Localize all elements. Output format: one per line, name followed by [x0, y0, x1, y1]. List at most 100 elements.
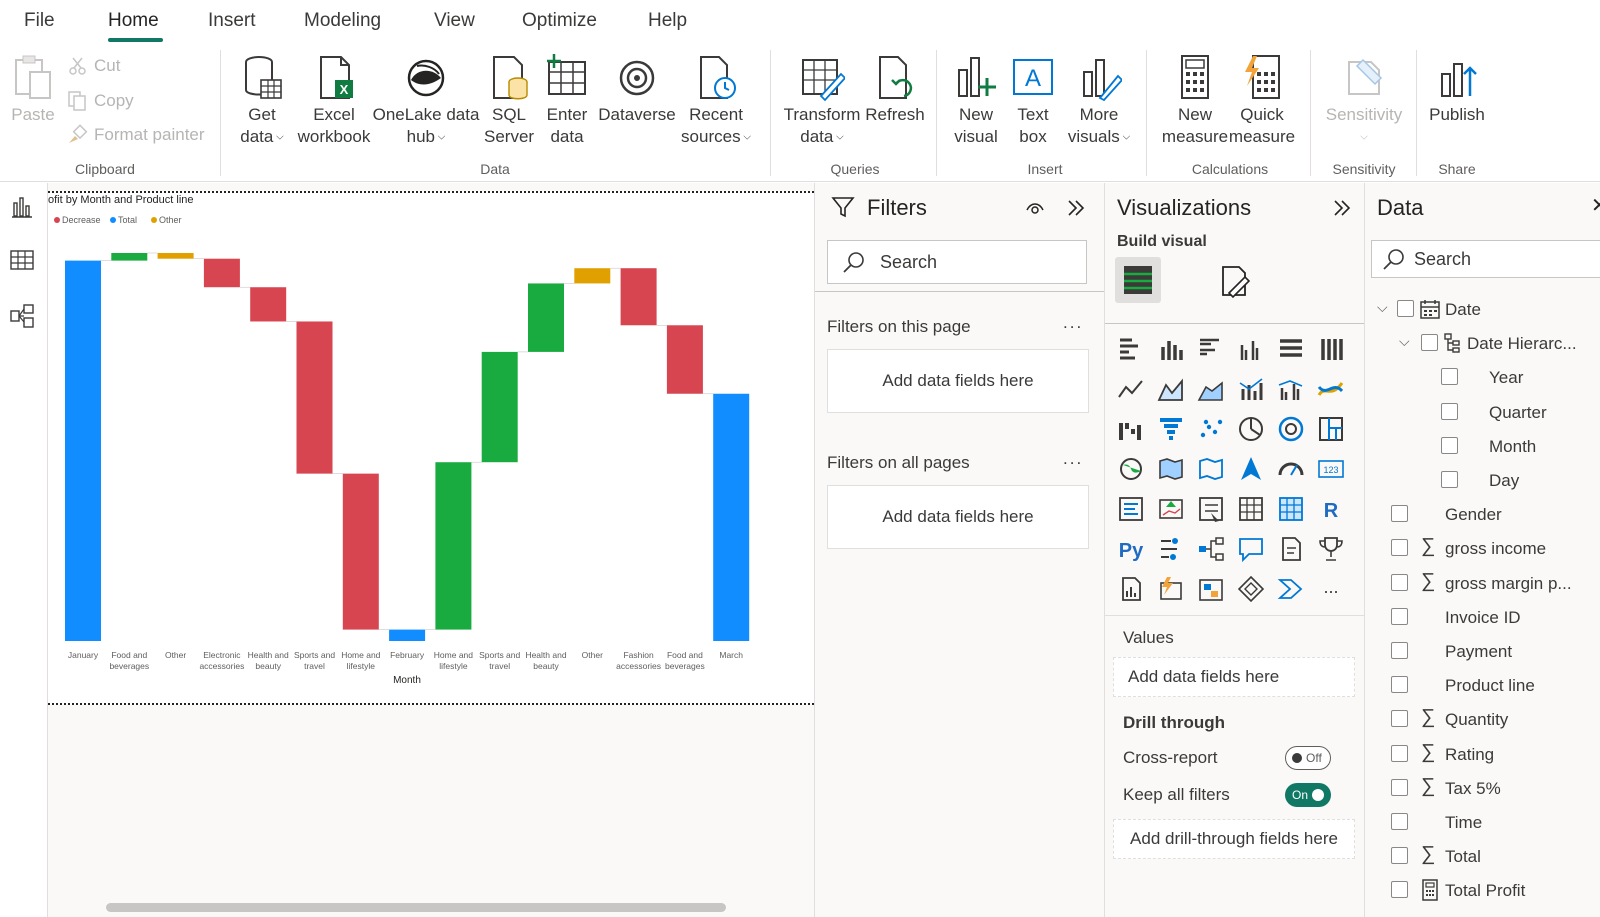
waterfall-chart-icon[interactable] — [1117, 415, 1145, 443]
waterfall-bar[interactable] — [666, 325, 703, 394]
power-apps-icon[interactable] — [1157, 575, 1185, 603]
waterfall-bar[interactable] — [296, 321, 333, 474]
format-visual-icon[interactable] — [1217, 263, 1253, 299]
key-influencers-icon[interactable] — [1157, 535, 1185, 563]
donut-chart-icon[interactable] — [1277, 415, 1305, 443]
field-checkbox[interactable] — [1441, 368, 1458, 386]
field-checkbox[interactable] — [1391, 744, 1408, 762]
waterfall-bar[interactable] — [342, 473, 379, 630]
cross-report-toggle[interactable]: Off — [1285, 746, 1331, 770]
data-search-input[interactable]: Search — [1371, 240, 1600, 278]
100-stacked-column-chart-icon[interactable] — [1317, 335, 1345, 363]
kpi-icon[interactable] — [1157, 495, 1185, 523]
shape-map-icon[interactable] — [1197, 455, 1225, 483]
field-checkbox[interactable] — [1391, 573, 1408, 591]
copy-button[interactable]: Copy — [66, 90, 134, 112]
matrix-icon[interactable] — [1277, 495, 1305, 523]
line-chart-icon[interactable] — [1117, 375, 1145, 403]
multi-row-card-icon[interactable] — [1117, 495, 1145, 523]
goals-icon[interactable] — [1317, 535, 1345, 563]
transform-data-button[interactable]: Transform data ⌵ — [780, 54, 864, 149]
line-and-stacked-column-icon[interactable] — [1237, 375, 1265, 403]
paste-button[interactable]: Paste — [8, 54, 58, 126]
field-checkbox[interactable] — [1391, 539, 1408, 557]
field-payment[interactable]: Payment — [1445, 640, 1512, 664]
field-product-line[interactable]: Product line — [1445, 674, 1535, 698]
tab-home[interactable]: Home — [108, 10, 159, 32]
waterfall-bar[interactable] — [620, 268, 657, 326]
tab-file[interactable]: File — [24, 10, 55, 32]
field-checkbox[interactable] — [1397, 300, 1414, 317]
field-checkbox[interactable] — [1441, 436, 1458, 454]
onelake-data-hub-button[interactable]: OneLake data hub ⌵ — [370, 54, 482, 149]
close-icon[interactable]: ✕ — [1591, 193, 1600, 218]
clustered-column-chart-icon[interactable] — [1237, 335, 1265, 363]
smart-narrative-icon[interactable] — [1277, 535, 1305, 563]
build-visual-tab[interactable] — [1115, 257, 1161, 303]
field-quarter[interactable]: Quarter — [1489, 401, 1547, 425]
field-checkbox[interactable] — [1441, 471, 1458, 488]
field-date[interactable]: Date — [1445, 298, 1481, 322]
table-icon[interactable] — [1237, 495, 1265, 523]
new-visual-button[interactable]: New visual — [950, 54, 1002, 148]
waterfall-bar[interactable] — [111, 253, 148, 261]
refresh-button[interactable]: Refresh — [862, 54, 928, 126]
filled-map-icon[interactable] — [1157, 455, 1185, 483]
diamond-visual-icon[interactable] — [1237, 575, 1265, 603]
azure-map-icon[interactable] — [1237, 455, 1265, 483]
treemap-icon[interactable] — [1317, 415, 1345, 443]
cut-button[interactable]: Cut — [68, 56, 120, 76]
field-checkbox[interactable] — [1391, 607, 1408, 625]
tab-help[interactable]: Help — [648, 10, 687, 32]
filters-page-drop-zone[interactable]: Add data fields here — [827, 349, 1089, 413]
waterfall-bar[interactable] — [157, 253, 194, 259]
stacked-bar-chart-icon[interactable] — [1117, 335, 1145, 363]
waterfall-bar[interactable] — [481, 351, 518, 463]
expand-chevron-icon[interactable]: ⌵ — [1399, 333, 1410, 350]
tab-optimize[interactable]: Optimize — [522, 10, 597, 32]
field-month[interactable]: Month — [1489, 435, 1536, 459]
waterfall-bar[interactable] — [203, 258, 240, 288]
collapse-filters-icon[interactable] — [1065, 197, 1087, 219]
table-view-icon[interactable] — [9, 247, 35, 273]
text-box-button[interactable]: A Text box — [1008, 54, 1058, 148]
horizontal-scrollbar[interactable] — [106, 903, 726, 912]
field-checkbox[interactable] — [1421, 334, 1438, 352]
format-painter-button[interactable]: Format painter — [66, 124, 205, 146]
field-day[interactable]: Day — [1489, 469, 1519, 493]
python-visual-icon[interactable]: Py — [1117, 535, 1145, 563]
field-gender[interactable]: Gender — [1445, 503, 1502, 527]
filters-all-pages-drop-zone[interactable]: Add data fields here — [827, 485, 1089, 549]
waterfall-bar[interactable] — [250, 287, 287, 322]
waterfall-bar[interactable] — [574, 268, 611, 284]
waterfall-bar[interactable] — [713, 393, 750, 641]
field-year[interactable]: Year — [1489, 366, 1523, 390]
paginated-report-icon[interactable] — [1117, 575, 1145, 603]
waterfall-bar[interactable] — [435, 462, 472, 630]
waterfall-bar[interactable] — [65, 260, 101, 641]
sql-server-button[interactable]: SQL Server — [484, 54, 534, 148]
chevron-visual-icon[interactable] — [1277, 575, 1305, 603]
field-gross-margin-p[interactable]: gross margin p... — [1445, 572, 1572, 596]
area-chart-icon[interactable] — [1157, 375, 1185, 403]
more-options-icon[interactable]: ... — [1063, 449, 1083, 469]
keep-all-filters-toggle[interactable]: On — [1285, 783, 1331, 807]
values-drop-zone[interactable]: Add data fields here — [1113, 657, 1355, 697]
expand-chevron-icon[interactable]: ⌵ — [1377, 299, 1388, 316]
stacked-column-chart-icon[interactable] — [1157, 335, 1185, 363]
scatter-chart-icon[interactable] — [1197, 415, 1225, 443]
field-checkbox[interactable] — [1391, 505, 1408, 523]
clustered-bar-chart-icon[interactable] — [1197, 335, 1225, 363]
field-tax-5[interactable]: Tax 5% — [1445, 777, 1501, 801]
tab-view[interactable]: View — [434, 10, 475, 32]
more-visuals-ellipsis-icon[interactable]: ... — [1317, 575, 1345, 603]
field-quantity[interactable]: Quantity — [1445, 708, 1508, 732]
field-total-profit[interactable]: Total Profit — [1445, 879, 1525, 903]
tab-modeling[interactable]: Modeling — [304, 10, 381, 32]
excel-workbook-button[interactable]: X Excel workbook — [292, 54, 376, 148]
enter-data-button[interactable]: Enter data — [542, 54, 592, 148]
map-icon[interactable] — [1117, 455, 1145, 483]
sensitivity-button[interactable]: Sensitivity ⌵ — [1322, 54, 1406, 149]
field-checkbox[interactable] — [1391, 847, 1408, 865]
field-checkbox[interactable] — [1391, 642, 1408, 659]
